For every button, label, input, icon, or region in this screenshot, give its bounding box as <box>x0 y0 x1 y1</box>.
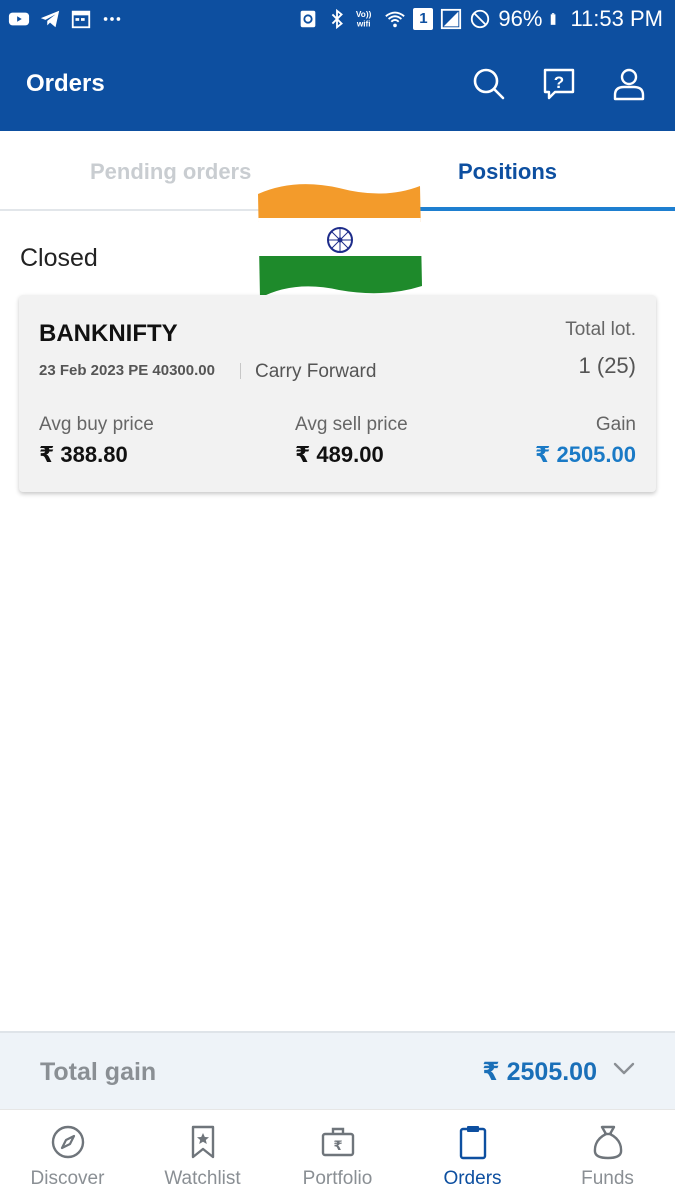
wifi-calling-icon: Vo))wifi <box>356 10 372 28</box>
nav-label-funds: Funds <box>581 1168 634 1189</box>
total-lot-value: 1 (25) <box>578 353 636 378</box>
more-dots-icon <box>103 17 121 21</box>
status-bar-right: Vo)) wifi 1 96% 11:53 PM <box>297 6 663 32</box>
recycle-icon <box>301 10 316 28</box>
bottom-navigation: Discover Watchlist ₹ Portfolio Orders Fu… <box>0 1109 675 1200</box>
tab-positions[interactable]: Positions <box>458 159 557 185</box>
header-actions: ? <box>471 66 647 102</box>
india-flag-emoji <box>258 184 422 298</box>
search-icon[interactable] <box>471 66 507 102</box>
sim-badge: 1 <box>413 8 434 30</box>
dnd-icon <box>471 9 490 29</box>
nav-item-discover[interactable]: Discover <box>0 1110 135 1200</box>
contract-divider <box>240 363 241 379</box>
gain-label: Gain <box>595 414 636 435</box>
avg-buy-label: Avg buy price <box>39 414 154 435</box>
position-contract: 23 Feb 2023 PE 40300.00 <box>39 362 215 379</box>
nav-label-watchlist: Watchlist <box>164 1168 241 1189</box>
bluetooth-icon <box>332 8 344 30</box>
status-bar-left <box>8 8 123 30</box>
status-bar: Vo)) wifi 1 96% 11:53 PM <box>0 0 675 40</box>
help-chat-icon[interactable]: ? <box>541 66 577 102</box>
telegram-icon <box>40 10 60 28</box>
svg-text:wifi: wifi <box>356 19 371 28</box>
position-product-type: Carry Forward <box>255 361 377 382</box>
total-lot-label: Total lot. <box>565 319 636 340</box>
section-title-closed: Closed <box>20 244 98 272</box>
svg-text:Vo)): Vo)) <box>356 10 372 19</box>
svg-text:?: ? <box>554 73 564 92</box>
profile-icon[interactable] <box>611 66 647 102</box>
battery-icon <box>551 13 556 25</box>
total-gain-label: Total gain <box>40 1058 157 1086</box>
nav-item-funds[interactable]: Funds <box>540 1110 675 1200</box>
calendar-icon <box>71 10 91 29</box>
clipboard-icon <box>459 1126 486 1160</box>
chevron-down-icon[interactable] <box>613 1061 635 1077</box>
avg-sell-value: ₹ 489.00 <box>295 442 384 467</box>
signal-icon <box>441 8 462 30</box>
battery-percent: 96% <box>498 6 543 31</box>
app-header-area: Vo)) wifi 1 96% 11:53 PM Orders ? <box>0 0 675 131</box>
position-symbol: BANKNIFTY <box>39 320 178 347</box>
nav-label-portfolio: Portfolio <box>302 1168 373 1189</box>
tab-pending-orders[interactable]: Pending orders <box>90 159 251 185</box>
nav-label-orders: Orders <box>443 1168 502 1189</box>
nav-label-discover: Discover <box>30 1168 105 1189</box>
position-card[interactable]: BANKNIFTY 23 Feb 2023 PE 40300.00 Carry … <box>19 295 656 492</box>
briefcase-icon: ₹ <box>321 1127 354 1157</box>
total-gain-value: ₹ 2505.00 <box>482 1058 597 1086</box>
gain-value: ₹ 2505.00 <box>535 442 636 467</box>
nav-item-watchlist[interactable]: Watchlist <box>135 1110 270 1200</box>
total-gain-bar[interactable]: Total gain ₹ 2505.00 <box>0 1031 675 1109</box>
svg-text:₹: ₹ <box>333 1139 342 1154</box>
avg-sell-label: Avg sell price <box>295 414 408 435</box>
money-bag-icon <box>593 1125 622 1160</box>
bookmark-icon <box>191 1125 214 1159</box>
status-time: 11:53 PM <box>570 6 663 31</box>
nav-item-orders[interactable]: Orders <box>405 1110 540 1200</box>
wifi-icon <box>385 11 406 28</box>
avg-buy-value: ₹ 388.80 <box>39 442 128 467</box>
compass-icon <box>51 1125 84 1159</box>
page-title: Orders <box>26 70 105 97</box>
youtube-icon <box>8 12 30 26</box>
nav-item-portfolio[interactable]: ₹ Portfolio <box>270 1110 405 1200</box>
